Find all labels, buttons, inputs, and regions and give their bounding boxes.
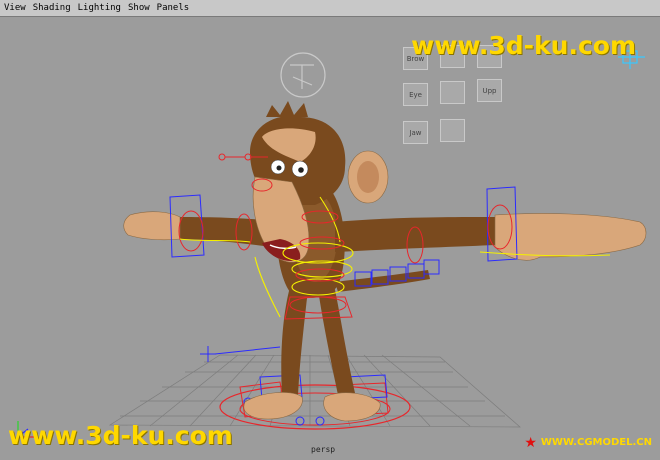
face-control-jaw[interactable]: Jaw [403,121,428,144]
cgmodel-label: WWW.CGMODEL.CN [540,437,652,448]
face-control-upp[interactable]: Upp [477,79,502,102]
cgmodel-badge: ★ WWW.CGMODEL.CN [524,434,652,451]
menu-view[interactable]: View [0,0,29,16]
menu-show[interactable]: Show [124,0,153,16]
camera-label: persp [311,445,336,454]
face-control-eye[interactable]: Eye [403,83,428,106]
scene-render [17,41,647,438]
menu-shading[interactable]: Shading [29,0,74,16]
3d-viewport[interactable]: Brow Eye Upp Jaw www.3d-ku.com www.3d-ku… [0,17,660,460]
monkey-tail [335,259,440,292]
locator [200,346,281,362]
face-control-7[interactable] [440,119,465,142]
watermark-bottom: www.3d-ku.com [8,421,233,450]
viewport-menubar: View Shading Lighting Show Panels [0,0,660,17]
menu-lighting[interactable]: Lighting [74,0,124,16]
ground-grid [108,354,521,428]
face-control-3[interactable] [440,81,465,104]
face-rig-icon [280,52,326,98]
monkey-legs [243,285,381,422]
menu-panels[interactable]: Panels [153,0,193,16]
watermark-top: www.3d-ku.com [411,31,636,60]
star-icon: ★ [524,434,537,451]
